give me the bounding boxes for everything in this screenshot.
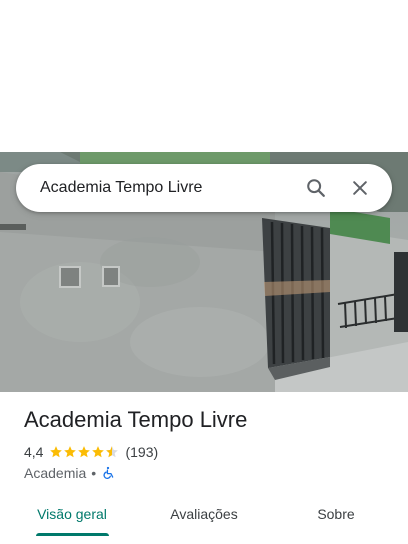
star-icon — [64, 446, 77, 458]
close-icon — [353, 181, 367, 195]
place-tabs: Visão geral Avaliações Sobre — [0, 496, 408, 536]
tab-about[interactable]: Sobre — [296, 496, 376, 532]
rating-row[interactable]: 4,4 (193) — [24, 444, 158, 460]
star-icon — [50, 446, 63, 458]
active-tab-indicator — [36, 533, 109, 536]
search-button[interactable] — [296, 168, 336, 208]
search-icon — [307, 179, 325, 197]
review-count: (193) — [125, 444, 159, 460]
separator-dot: • — [91, 465, 97, 481]
place-name: Academia Tempo Livre — [24, 407, 248, 432]
search-bar[interactable] — [16, 164, 392, 212]
tab-overview[interactable]: Visão geral — [24, 496, 120, 532]
star-half-icon — [106, 446, 119, 458]
clear-search-button[interactable] — [340, 168, 380, 208]
rating-stars — [49, 445, 119, 459]
search-input[interactable] — [40, 179, 292, 197]
tab-reviews[interactable]: Avaliações — [156, 496, 252, 532]
category-row: Academia • — [24, 465, 115, 481]
wheelchair-icon[interactable] — [101, 466, 115, 480]
rating-value: 4,4 — [24, 444, 44, 460]
star-icon — [92, 446, 105, 458]
place-category: Academia — [24, 465, 87, 481]
star-icon — [78, 446, 91, 458]
